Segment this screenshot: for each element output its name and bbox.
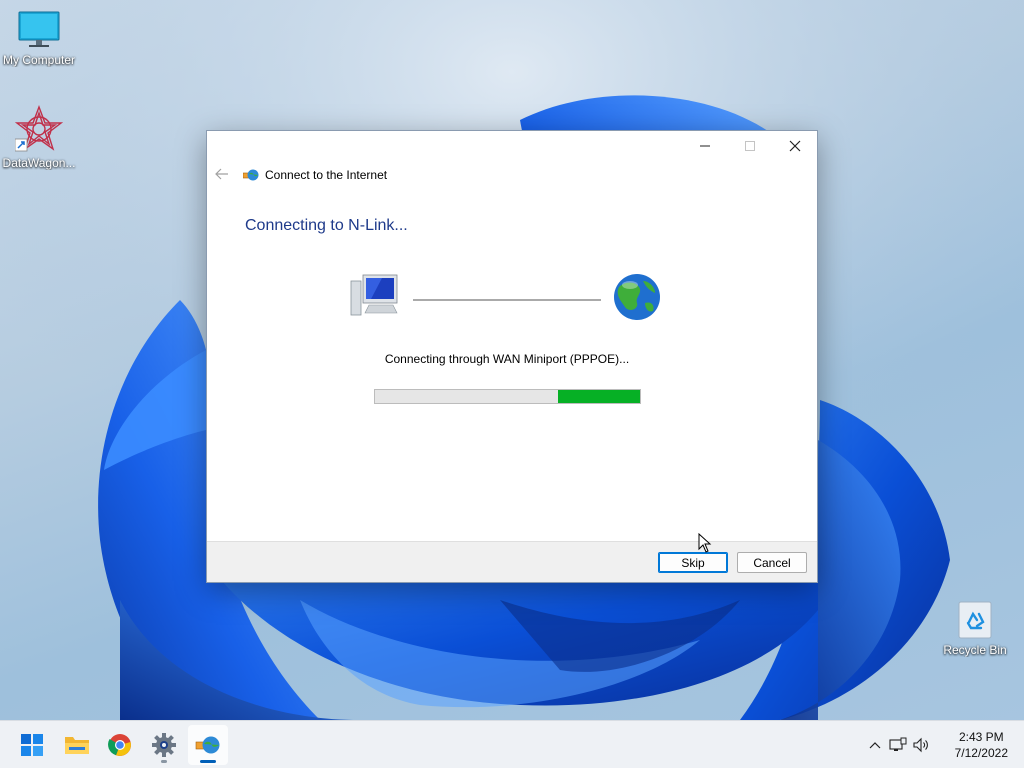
cancel-button[interactable]: Cancel [737, 552, 807, 573]
connection-heading: Connecting to N-Link... [245, 217, 408, 234]
window-title: Connect to the Internet [265, 168, 388, 182]
minimize-icon [699, 145, 710, 147]
mouse-cursor-icon [698, 533, 712, 553]
close-button[interactable] [772, 131, 817, 161]
desktop-icon-label: Recycle Bin [943, 643, 1007, 657]
active-indicator [200, 760, 216, 763]
maximize-icon [744, 141, 755, 151]
back-arrow-icon [215, 168, 228, 180]
taskbar-chrome[interactable] [100, 725, 140, 765]
taskbar: 2:43 PM 7/12/2022 [0, 720, 1024, 768]
start-icon [21, 734, 43, 756]
show-hidden-icons-button[interactable] [864, 741, 886, 749]
taskbar-connect-to-internet[interactable] [188, 725, 228, 765]
connect-to-internet-window: Connect to the Internet Connecting to N-… [206, 130, 818, 583]
maximize-button [727, 131, 772, 161]
datawagon-shortcut-icon [15, 105, 63, 152]
connection-progress-bar [374, 389, 641, 404]
settings-icon [152, 733, 176, 757]
chrome-icon [108, 734, 131, 756]
back-button[interactable] [215, 167, 229, 186]
network-status-button[interactable] [886, 737, 910, 753]
desktop-icon-my-computer[interactable]: My Computer [0, 10, 79, 67]
window-controls [682, 131, 817, 161]
minimize-button[interactable] [682, 131, 727, 161]
recycle-bin-icon [958, 601, 992, 639]
monitor-icon [18, 11, 60, 47]
clock-time: 2:43 PM [958, 730, 1004, 744]
globe-icon [614, 274, 660, 320]
network-connect-icon [243, 169, 259, 181]
chevron-up-icon [869, 742, 881, 749]
network-connect-icon [195, 736, 220, 754]
taskbar-clock[interactable]: 2:43 PM 7/12/2022 [955, 729, 1008, 761]
progress-fill [557, 390, 640, 403]
desktop-icon-label: DataWagon... [2, 156, 76, 170]
clock-date: 7/12/2022 [954, 746, 1008, 760]
wizard-header: Connect to the Internet [243, 167, 387, 183]
running-indicator [161, 760, 167, 763]
desktop-icon-datawagon[interactable]: DataWagon... [0, 105, 79, 170]
close-icon [789, 140, 800, 152]
skip-button[interactable]: Skip [658, 552, 728, 573]
system-tray [864, 721, 934, 768]
file-explorer-icon [65, 737, 89, 754]
desktop-icon-label: My Computer [2, 53, 76, 67]
network-icon [889, 737, 907, 751]
computer-icon [350, 274, 398, 316]
start-button[interactable] [12, 725, 52, 765]
taskbar-settings[interactable] [144, 725, 184, 765]
connection-illustration [350, 274, 660, 320]
connection-status: Connecting through WAN Miniport (PPPOE).… [384, 352, 630, 366]
dialog-footer: Skip Cancel [207, 541, 817, 582]
desktop-icon-recycle-bin[interactable]: Recycle Bin [935, 598, 1015, 657]
taskbar-file-explorer[interactable] [57, 725, 97, 765]
volume-icon [913, 737, 928, 753]
volume-button[interactable] [910, 737, 934, 753]
